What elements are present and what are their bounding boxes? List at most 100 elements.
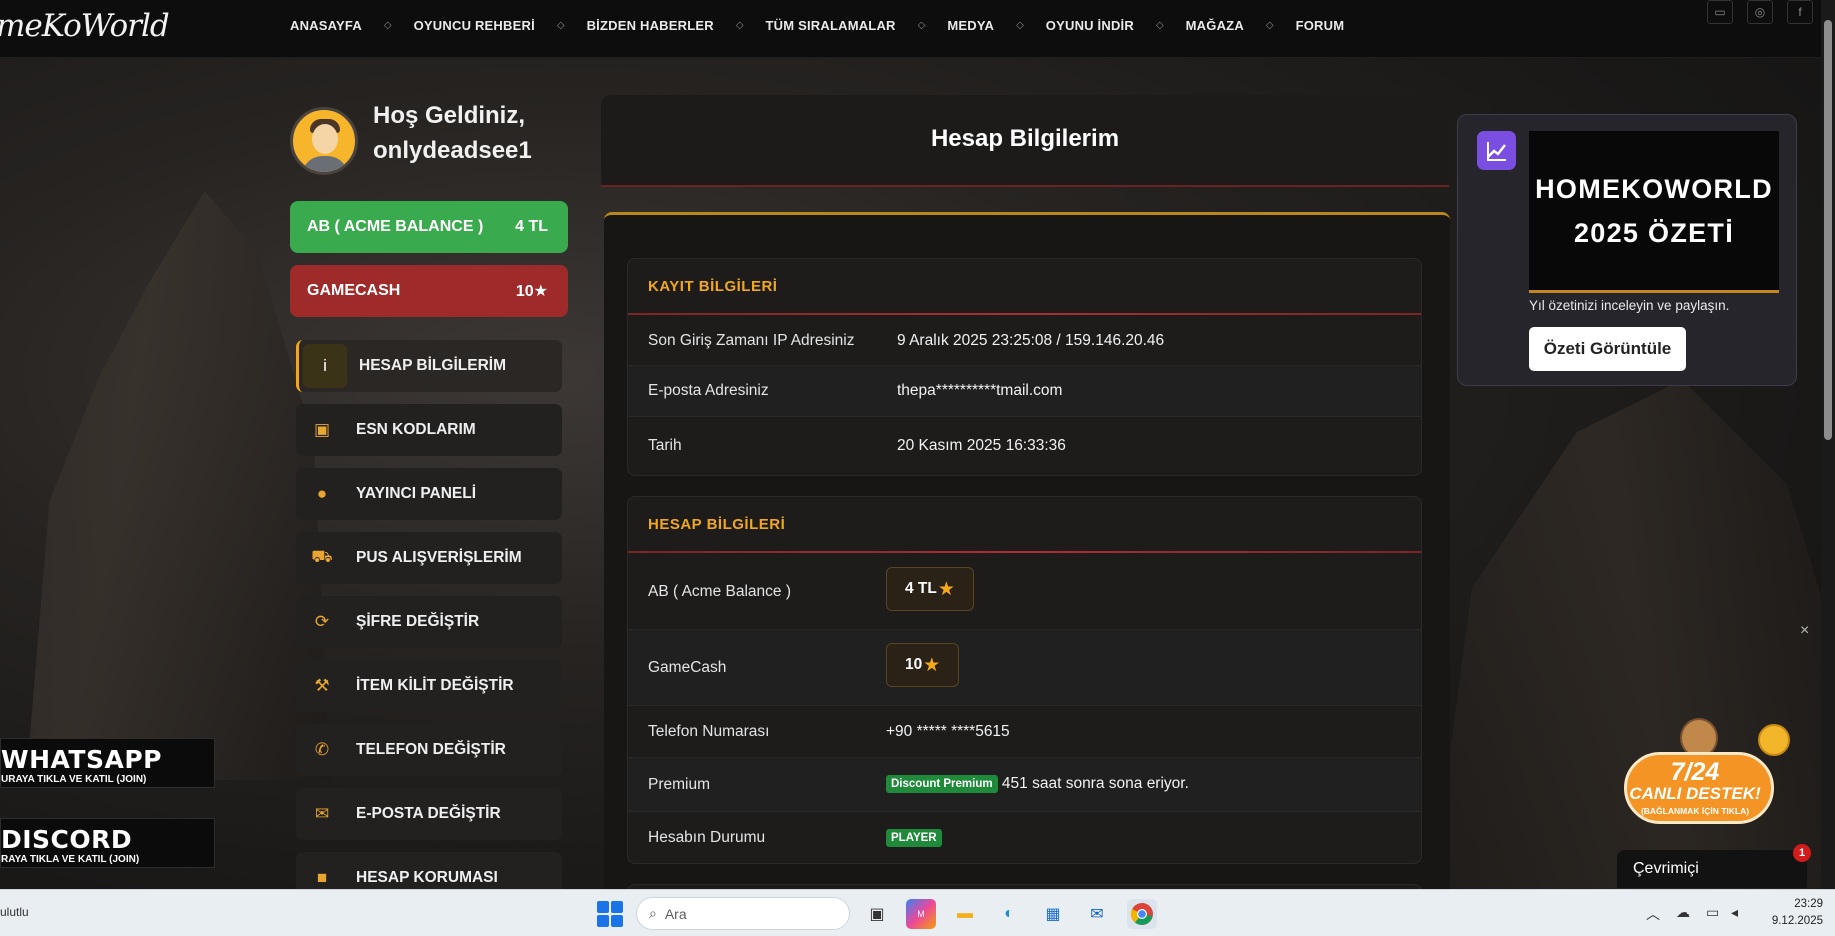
star-icon: ★ [923, 654, 941, 676]
m365-icon[interactable]: M [906, 899, 936, 929]
refresh-icon: ⟳ [314, 612, 330, 631]
premium-expiry: 451 saat sonra sona eriyor. [1001, 775, 1189, 793]
sidebar-item-label: PUS ALIŞVERİŞLERİM [356, 549, 522, 566]
sidebar-item-9[interactable]: ■ HESAP KORUMASI [296, 852, 562, 890]
premium-badge: Discount Premium [886, 775, 998, 794]
nav-separator: ◇ [917, 19, 926, 31]
sidebar-item-label: ESN KODLARIM [356, 421, 476, 438]
sidebar-item-2[interactable]: ▣ ESN KODLARIM [296, 404, 562, 456]
search-placeholder: Ara [664, 905, 687, 922]
acme-balance-chip: 4 TL ★ [886, 567, 974, 611]
speaker-icon[interactable]: ◂ [1731, 904, 1738, 921]
nav-item-5[interactable]: MEDYA [947, 18, 994, 33]
info-icon: i [303, 344, 347, 388]
lock-icon: ■ [316, 868, 328, 887]
sidebar-item-label: TELEFON DEĞİŞTİR [356, 741, 506, 758]
table-row: AB ( Acme Balance ) 4 TL ★ [628, 554, 1421, 630]
table-row: Telefon Numarası +90 ***** ****5615 [628, 706, 1421, 758]
sidebar-item-1[interactable]: i HESAP BİLGİLERİM [296, 340, 562, 392]
table-row: E-posta Adresiniz thepa**********tmail.c… [628, 366, 1421, 417]
table-row: Hesabın Durumu PLAYER [628, 812, 1421, 864]
cart-icon: ⛟ [311, 547, 333, 566]
clock-date: 9.12.2025 [1771, 915, 1823, 927]
edge-icon[interactable]: ◐ [994, 899, 1024, 929]
gamecash-card[interactable]: GAMECASH 10★ [290, 265, 568, 317]
sidebar-item-label: ŞİFRE DEĞİŞTİR [356, 613, 480, 630]
row-label: AB ( Acme Balance ) [648, 582, 792, 600]
facebook-icon[interactable]: f [1787, 0, 1813, 24]
sidebar-item-4[interactable]: ⛟ PUS ALIŞVERİŞLERİM [296, 532, 562, 584]
cloud-off-icon[interactable]: ☁ [1676, 904, 1690, 921]
folder-icon[interactable]: ▬ [950, 899, 980, 929]
taskbar-weather-text[interactable]: ulutlu [0, 905, 29, 919]
nav-item-2[interactable]: OYUNCU REHBERİ [414, 18, 535, 33]
row-value: thepa**********tmail.com [897, 382, 1063, 399]
gamecash-value: 10 [515, 283, 534, 300]
support-subtitle: (BAĞLANMAK İÇİN TIKLA) [1640, 806, 1750, 816]
page-scrollbar[interactable] [1821, 0, 1835, 889]
sidebar-item-8[interactable]: ✉ E-POSTA DEĞİŞTİR [296, 788, 562, 840]
avatar [290, 107, 358, 175]
sidebar-item-3[interactable]: ● YAYINCI PANELİ [296, 468, 562, 520]
windows-start-icon[interactable] [597, 901, 623, 927]
taskbar-search[interactable]: ⌕ Ara [636, 897, 850, 930]
chart-line-icon [1477, 131, 1516, 170]
premium-value: Discount Premium 451 saat sonra sona eri… [886, 775, 1189, 794]
chrome-icon[interactable] [1127, 899, 1157, 929]
table-row: GameCash 10 ★ [628, 630, 1421, 706]
row-label: Son Giriş Zamanı IP Adresiniz [648, 331, 855, 349]
whatsapp-subtitle: URAYA TIKLA VE KATIL (JOIN) [1, 774, 147, 785]
store-icon[interactable]: ▦ [1038, 899, 1068, 929]
nav-separator: ◇ [383, 19, 392, 31]
nav-item-6[interactable]: OYUNU İNDİR [1046, 18, 1134, 33]
nav-separator: ◇ [556, 19, 565, 31]
nav-item-1[interactable]: ANASAYFA [290, 18, 362, 33]
summary-poster[interactable]: HOMEKOWORLD 2025 ÖZETİ [1529, 131, 1779, 293]
site-logo[interactable]: meKoWorld [0, 8, 170, 44]
close-icon[interactable]: × [1800, 622, 1809, 640]
search-icon: ⌕ [649, 905, 657, 921]
sidebar-item-7[interactable]: ✆ TELEFON DEĞİŞTİR [296, 724, 562, 776]
table-row: Premium Discount Premium 451 saat sonra … [628, 758, 1421, 812]
sidebar-item-label: HESAP KORUMASI [356, 869, 498, 886]
instagram-icon[interactable]: ◎ [1747, 0, 1773, 24]
sidebar-item-5[interactable]: ⟳ ŞİFRE DEĞİŞTİR [296, 596, 562, 648]
registration-section: KAYIT BİLGİLERİ Son Giriş Zamanı IP Adre… [627, 258, 1422, 476]
page-title: Hesap Bilgilerim [930, 125, 1120, 152]
live-support-widget[interactable]: 7/24 CANLI DESTEK! (BAĞLANMAK İÇİN TIKLA… [1620, 718, 1790, 838]
chat-widget[interactable]: Çevrimiçi 1 [1617, 844, 1811, 888]
nav-item-3[interactable]: BİZDEN HABERLER [587, 18, 714, 33]
row-value: 20 Kasım 2025 16:33:36 [897, 437, 1066, 454]
envelope-icon: ✉ [314, 804, 330, 823]
row-label: E-posta Adresiniz [648, 382, 769, 399]
nav-item-8[interactable]: FORUM [1296, 18, 1345, 33]
row-label: Hesabın Durumu [648, 829, 766, 846]
nav-item-4[interactable]: TÜM SIRALAMALAR [766, 18, 896, 33]
nav-separator: ◇ [1265, 19, 1274, 31]
taskbar-clock[interactable]: 23:29 9.12.2025 [1765, 896, 1823, 930]
whatsapp-banner[interactable]: WHATSAPP URAYA TIKLA VE KATIL (JOIN) [0, 738, 215, 788]
display-icon[interactable]: ▭ [1706, 904, 1719, 921]
row-label: GameCash [648, 658, 727, 676]
notification-badge: 1 [1793, 844, 1811, 862]
support-title: CANLI DESTEK! [1629, 784, 1761, 803]
view-summary-button[interactable]: Özeti Görüntüle [1529, 327, 1686, 371]
background-rock-left [26, 191, 330, 780]
task-view-icon[interactable]: ▣ [862, 899, 892, 929]
gamecash-chip: 10 ★ [886, 643, 960, 687]
sidebar-item-6[interactable]: ⚒ İTEM KİLİT DEĞİŞTİR [296, 660, 562, 712]
chat-status: Çevrimiçi [1633, 860, 1699, 877]
nav-item-7[interactable]: MAĞAZA [1186, 18, 1244, 33]
outlook-icon[interactable]: ✉ [1082, 899, 1112, 929]
year-summary-widget: HOMEKOWORLD 2025 ÖZETİ Yıl özetinizi inc… [1457, 114, 1797, 386]
scrollbar-thumb[interactable] [1824, 20, 1832, 440]
poster-line-1: HOMEKOWORLD [1535, 173, 1773, 204]
welcome-text: Hoş Geldiniz, onlydeadsee1 [373, 98, 532, 168]
acme-balance-card[interactable]: AB ( ACME BALANCE ) 4 TL [290, 201, 568, 253]
tray-chevron-icon[interactable]: ︿ [1646, 904, 1660, 924]
section-divider [628, 551, 1421, 553]
discord-icon[interactable]: ▭ [1707, 0, 1733, 24]
top-navigation: meKoWorld ANASAYFA ◇ OYUNCU REHBERİ ◇ BİZDEN… [0, 0, 1835, 58]
discord-banner[interactable]: DISCORD RAYA TIKLA VE KATIL (JOIN) [0, 818, 215, 868]
discord-subtitle: RAYA TIKLA VE KATIL (JOIN) [1, 854, 140, 865]
